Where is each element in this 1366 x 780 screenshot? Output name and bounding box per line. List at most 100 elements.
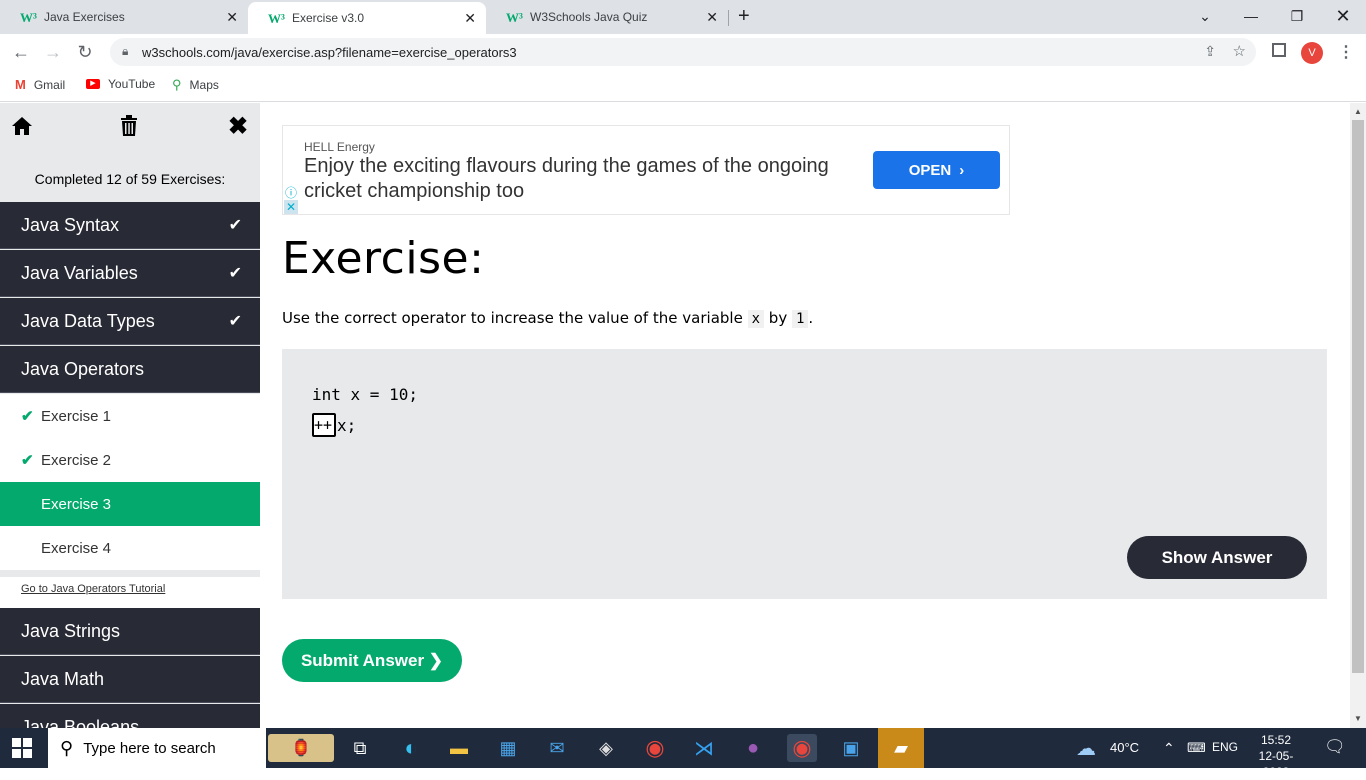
bookmark-label: YouTube [108, 77, 156, 91]
section-label: Java Syntax [21, 214, 120, 235]
tab-label: W3Schools Java Quiz [530, 10, 648, 24]
checkmark-icon: ✔ [21, 408, 34, 425]
tab-java-quiz[interactable]: W³ W3Schools Java Quiz ✕ [486, 0, 728, 34]
section-java-syntax[interactable]: Java Syntax ✔ [0, 202, 260, 249]
menu-kebab-icon[interactable]: ⋮ [1338, 42, 1354, 62]
windows-start-icon[interactable] [12, 738, 32, 758]
clock-date: 12-05-2023 [1258, 749, 1294, 779]
bookmark-star-icon[interactable]: ☆ [1233, 42, 1246, 60]
section-java-strings[interactable]: Java Strings [0, 608, 260, 655]
share-icon[interactable]: ⇪ [1204, 43, 1216, 60]
close-tab-icon[interactable]: ✕ [706, 9, 718, 26]
page-title: Exercise: [282, 233, 485, 284]
close-window-button[interactable]: ✕ [1320, 0, 1366, 32]
scroll-down-arrow-icon[interactable]: ▼ [1354, 714, 1362, 723]
photos-app-icon[interactable]: ◈ [591, 734, 621, 762]
exercise-item-4[interactable]: Exercise 4 [0, 526, 260, 570]
section-label: Java Operators [21, 358, 145, 379]
ad-close-icon[interactable]: ✕ [284, 200, 298, 214]
submit-answer-button[interactable]: Submit Answer ❯ [282, 639, 462, 682]
tab-search-chevron-icon[interactable]: ⌄ [1182, 0, 1228, 32]
close-sidebar-icon[interactable]: ✖ [228, 112, 248, 141]
code-line-1: int x = 10; [312, 385, 418, 404]
back-arrow-icon[interactable]: ← [8, 39, 34, 65]
ad-info-icon[interactable]: ⓘ [285, 184, 297, 201]
url-text[interactable]: w3schools.com/java/exercise.asp?filename… [142, 45, 517, 60]
store-icon[interactable]: ▦ [493, 734, 523, 762]
network-icon[interactable]: ⌨ [1187, 740, 1206, 756]
section-java-math[interactable]: Java Math [0, 656, 260, 703]
search-highlight-icon[interactable]: 🏮 [268, 734, 334, 762]
tutorial-link[interactable]: Go to Java Operators Tutorial [0, 577, 260, 608]
close-tab-icon[interactable]: ✕ [226, 9, 238, 26]
edge-icon[interactable]: ◐ [396, 734, 426, 762]
restore-button[interactable]: ❐ [1274, 0, 1320, 32]
scroll-thumb[interactable] [1352, 120, 1364, 673]
bookmark-youtube[interactable]: ▶ YouTube [86, 77, 155, 91]
section-java-data-types[interactable]: Java Data Types ✔ [0, 298, 260, 345]
exercise-item-3[interactable]: Exercise 3 [0, 482, 260, 526]
section-label: Java Strings [21, 620, 121, 641]
chrome-active-icon[interactable]: ◉ [787, 734, 817, 762]
mail-icon[interactable]: ✉ [542, 734, 572, 762]
show-answer-button[interactable]: Show Answer [1127, 536, 1307, 579]
taskbar-clock[interactable]: 15:52 12-05-2023 [1246, 732, 1306, 780]
section-java-operators[interactable]: Java Operators [0, 346, 260, 393]
bookmark-maps[interactable]: ⚲ Maps [172, 77, 219, 93]
notification-icon[interactable]: 🗨︎ [1324, 737, 1346, 757]
trash-icon[interactable] [120, 115, 138, 137]
tab-label: Exercise v3.0 [292, 11, 365, 25]
section-java-booleans[interactable]: Java Booleans [0, 704, 260, 728]
ad-headline[interactable]: Enjoy the exciting flavours during the g… [304, 154, 844, 204]
checkmark-icon: ✔ [228, 313, 242, 330]
ad-banner[interactable]: HELL Energy Enjoy the exciting flavours … [282, 125, 1010, 215]
youtube-icon: ▶ [86, 79, 100, 89]
weather-temperature[interactable]: 40°C [1110, 740, 1139, 755]
exercise-label: Exercise 3 [41, 495, 112, 513]
ad-open-button[interactable]: OPEN › [873, 151, 1000, 189]
tab-java-exercises[interactable]: W³ Java Exercises ✕ [0, 0, 248, 34]
minimize-button[interactable]: — [1228, 0, 1274, 32]
windows-taskbar: ⚲ Type here to search 🏮 ⧉ ◐ ▬ ▦ ✉ ◈ ◉ ⋊ … [0, 728, 1366, 779]
lock-icon[interactable]: 🔒︎ [122, 44, 128, 59]
reload-icon[interactable]: ↻ [72, 39, 98, 65]
chrome-icon[interactable]: ◉ [640, 734, 670, 762]
address-bar[interactable]: 🔒︎ w3schools.com/java/exercise.asp?filen… [110, 38, 1256, 66]
section-label: Java Data Types [21, 310, 155, 331]
bookmark-gmail[interactable]: M Gmail [15, 77, 65, 92]
instruction-text: by [764, 309, 792, 327]
chevron-up-icon[interactable]: ⌃ [1163, 740, 1175, 757]
answer-input[interactable] [312, 413, 336, 437]
tab-exercise-v3[interactable]: W³ Exercise v3.0 ✕ [248, 2, 486, 34]
side-panel-icon[interactable] [1272, 43, 1286, 57]
new-tab-button[interactable]: + [738, 5, 750, 28]
task-view-icon[interactable]: ⧉ [345, 734, 375, 762]
photos-icon[interactable]: ▣ [836, 734, 866, 762]
weather-cloud-icon[interactable]: ☁ [1076, 736, 1096, 761]
bookmark-label: Gmail [33, 77, 66, 92]
instruction-text: Use the correct operator to increase the… [282, 309, 748, 327]
ad-brand: HELL Energy [304, 140, 375, 154]
chevron-right-icon: › [959, 161, 965, 179]
bookmark-label: Maps [189, 78, 219, 92]
section-label: Java Booleans [21, 716, 140, 729]
instruction-text: . [808, 309, 814, 327]
taskbar-search-box[interactable]: ⚲ Type here to search [48, 728, 266, 768]
page-scrollbar[interactable]: ▲ ▼ [1350, 103, 1366, 728]
scroll-up-arrow-icon[interactable]: ▲ [1354, 107, 1362, 116]
file-explorer-icon[interactable]: ▬ [444, 734, 474, 762]
code-line-2-rest: x; [337, 416, 357, 435]
profile-avatar[interactable]: V [1301, 42, 1323, 64]
language-indicator[interactable]: ENG [1212, 740, 1238, 754]
exercise-item-1[interactable]: ✔ Exercise 1 [0, 394, 260, 438]
vscode-icon[interactable]: ⋊ [689, 734, 719, 762]
section-java-variables[interactable]: Java Variables ✔ [0, 250, 260, 297]
close-tab-icon[interactable]: ✕ [464, 10, 476, 27]
home-icon[interactable] [11, 116, 33, 136]
ad-open-label: OPEN [908, 161, 952, 179]
forward-arrow-icon[interactable]: → [40, 39, 66, 65]
exercise-item-2[interactable]: ✔ Exercise 2 [0, 438, 260, 482]
file-manager-active-icon[interactable]: ▰ [878, 728, 924, 768]
checkmark-icon: ✔ [228, 217, 242, 234]
github-icon[interactable]: ● [738, 734, 768, 762]
